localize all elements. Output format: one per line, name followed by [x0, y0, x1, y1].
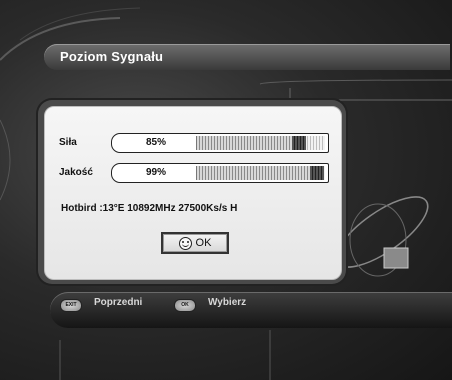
ok-button-label: OK — [195, 237, 212, 249]
strength-meter: Siła 85% — [59, 133, 333, 153]
quality-bar: 99% — [111, 163, 329, 183]
quality-value: 99% — [145, 167, 166, 178]
quality-fill — [197, 166, 324, 180]
quality-meter: Jakość 99% — [59, 163, 333, 183]
strength-value: 85% — [145, 137, 166, 148]
ok-key-icon: OK — [174, 299, 196, 312]
exit-key-icon: EXIT — [60, 299, 82, 312]
key-hint-bar: EXIT Poprzedni OK Wybierz — [50, 292, 452, 328]
smiley-icon — [178, 236, 192, 250]
quality-track — [196, 166, 325, 180]
ok-button[interactable]: OK — [161, 232, 229, 254]
quality-label: Jakość — [59, 167, 93, 178]
meter-fill-end — [292, 136, 306, 150]
strength-label: Siła — [59, 137, 77, 148]
title-bar: Poziom Sygnału — [44, 44, 450, 70]
strength-track — [196, 136, 325, 150]
meter-fill-end — [310, 166, 324, 180]
page-title: Poziom Sygnału — [60, 49, 164, 64]
strength-bar: 85% — [111, 133, 329, 153]
signal-dialog: Siła 85% Jakość 99% Hotbird :13°E 10892M… — [44, 106, 342, 280]
transponder-info: Hotbird :13°E 10892MHz 27500Ks/s H — [61, 203, 238, 214]
key-hint-select[interactable]: Wybierz — [208, 297, 246, 308]
strength-fill — [197, 136, 306, 150]
key-hint-previous[interactable]: Poprzedni — [94, 297, 142, 308]
